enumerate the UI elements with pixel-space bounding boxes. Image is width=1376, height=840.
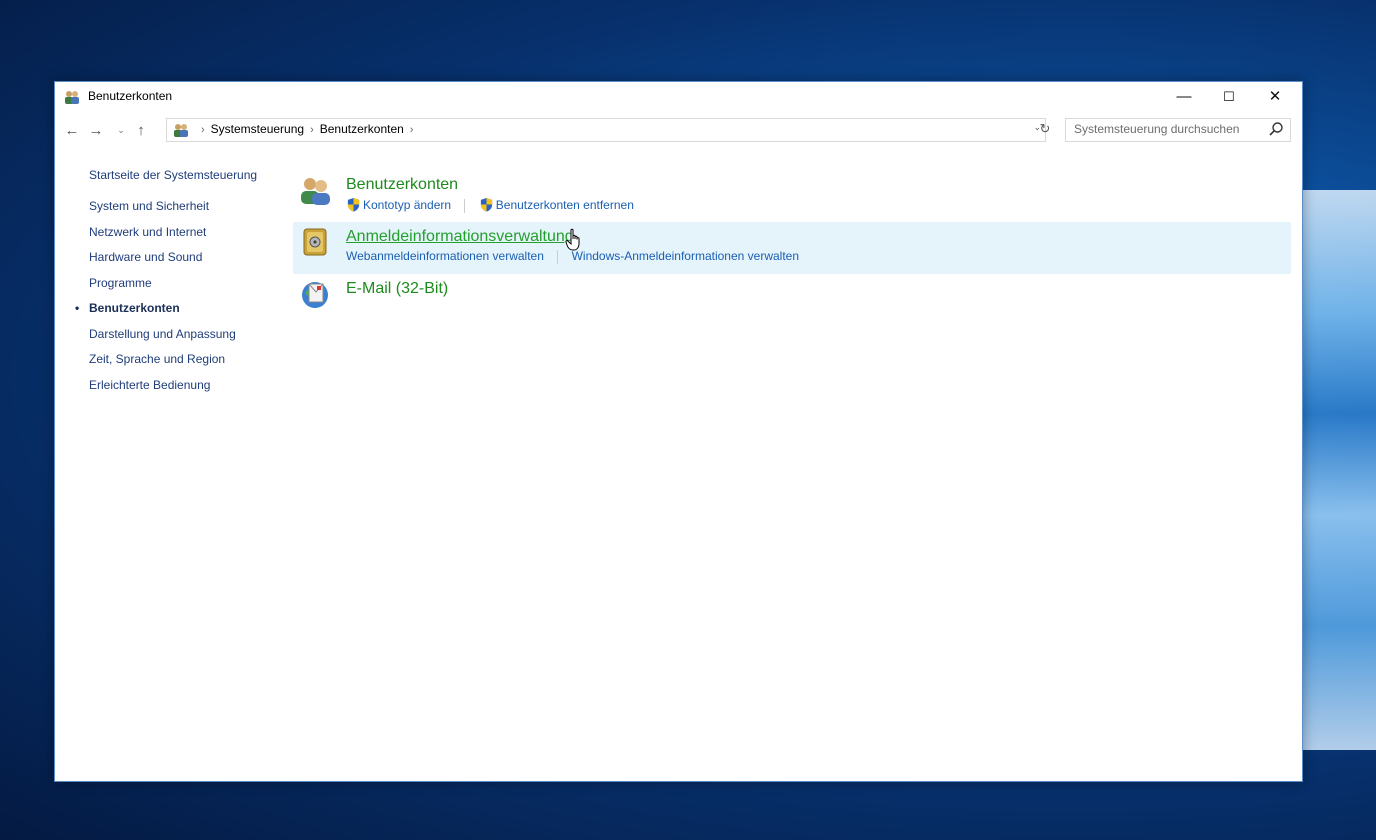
users-icon — [65, 91, 79, 104]
sidebar-category-list: System und Sicherheit Netzwerk und Inter… — [75, 198, 290, 402]
recent-locations-button[interactable]: ⌄ — [111, 125, 131, 136]
link-divider — [464, 198, 466, 213]
shield-icon — [347, 197, 360, 212]
hand-pointer-icon — [565, 228, 580, 251]
breadcrumb-separator[interactable]: › — [201, 124, 205, 136]
breadcrumb-separator[interactable]: › — [410, 124, 414, 136]
up-button[interactable]: ↑ — [131, 122, 151, 139]
window-title: Benutzerkonten — [88, 89, 173, 103]
vault-icon — [303, 228, 327, 256]
breadcrumb-systemsteuerung[interactable]: Systemsteuerung — [211, 122, 304, 136]
mail-icon — [302, 282, 328, 308]
minimize-button[interactable]: — — [1161, 82, 1207, 112]
users-icon — [174, 124, 188, 137]
search-icon[interactable] — [1267, 120, 1285, 138]
search-placeholder: Systemsteuerung durchsuchen — [1074, 122, 1240, 136]
category-title[interactable]: Benutzerkonten — [346, 176, 458, 194]
maximize-button[interactable]: ☐ — [1206, 82, 1252, 112]
change-account-type-link[interactable]: Kontotyp ändern — [363, 198, 451, 212]
forward-button[interactable]: → — [86, 122, 106, 139]
category-user-accounts: Benutzerkonten Kontotyp ändern Benutzerk… — [293, 170, 1291, 222]
back-button[interactable]: ← — [62, 122, 82, 139]
main-content: Benutzerkonten Kontotyp ändern Benutzerk… — [293, 170, 1291, 326]
manage-web-credentials-link[interactable]: Webanmeldeinformationen verwalten — [346, 249, 544, 263]
sidebar: Startseite der Systemsteuerung System un… — [75, 168, 290, 402]
category-links: Kontotyp ändern Benutzerkonten entfernen — [346, 197, 634, 213]
sidebar-item-home[interactable]: Startseite der Systemsteuerung — [75, 168, 290, 182]
manage-windows-credentials-link[interactable]: Windows-Anmeldeinformationen verwalten — [572, 249, 799, 263]
close-button[interactable]: ✕ — [1252, 82, 1298, 112]
category-mail: E-Mail (32-Bit) — [293, 274, 1291, 326]
category-credential-manager[interactable]: Anmeldeinformationsverwaltung Webanmelde… — [293, 222, 1291, 274]
search-box[interactable]: Systemsteuerung durchsuchen — [1065, 118, 1291, 142]
sidebar-item-user-accounts[interactable]: • Benutzerkonten — [75, 300, 290, 326]
users-icon — [301, 178, 330, 205]
remove-user-accounts-link[interactable]: Benutzerkonten entfernen — [496, 198, 634, 212]
sidebar-item-appearance[interactable]: Darstellung und Anpassung — [75, 326, 290, 352]
sidebar-item-programs[interactable]: Programme — [75, 275, 290, 301]
title-bar[interactable]: Benutzerkonten — ☐ ✕ — [55, 82, 1302, 112]
breadcrumb-benutzerkonten[interactable]: Benutzerkonten — [320, 122, 404, 136]
control-panel-window: Benutzerkonten — ☐ ✕ ← → ⌄ ↑ › Systemsteu… — [54, 81, 1303, 782]
sidebar-item-network-internet[interactable]: Netzwerk und Internet — [75, 224, 290, 250]
refresh-button[interactable]: ↻ — [1033, 118, 1057, 140]
sidebar-item-hardware-sound[interactable]: Hardware und Sound — [75, 249, 290, 275]
sidebar-item-label: Benutzerkonten — [89, 301, 180, 315]
sidebar-item-system-security[interactable]: System und Sicherheit — [75, 198, 290, 224]
breadcrumb-separator[interactable]: › — [310, 124, 314, 136]
link-divider — [557, 249, 559, 264]
breadcrumb: › Systemsteuerung › Benutzerkonten › — [195, 122, 419, 136]
category-title[interactable]: E-Mail (32-Bit) — [346, 280, 448, 298]
active-bullet: • — [75, 301, 80, 315]
sidebar-item-time-language[interactable]: Zeit, Sprache und Region — [75, 351, 290, 377]
shield-icon — [480, 197, 492, 212]
navigation-bar: ← → ⌄ ↑ › Systemsteuerung › Benutzerkonten ›… — [55, 113, 1302, 149]
address-bar[interactable]: › Systemsteuerung › Benutzerkonten › ⌄ — [166, 118, 1046, 142]
sidebar-item-ease-of-access[interactable]: Erleichterte Bedienung — [75, 377, 290, 403]
category-title[interactable]: Anmeldeinformationsverwaltung — [346, 228, 574, 246]
